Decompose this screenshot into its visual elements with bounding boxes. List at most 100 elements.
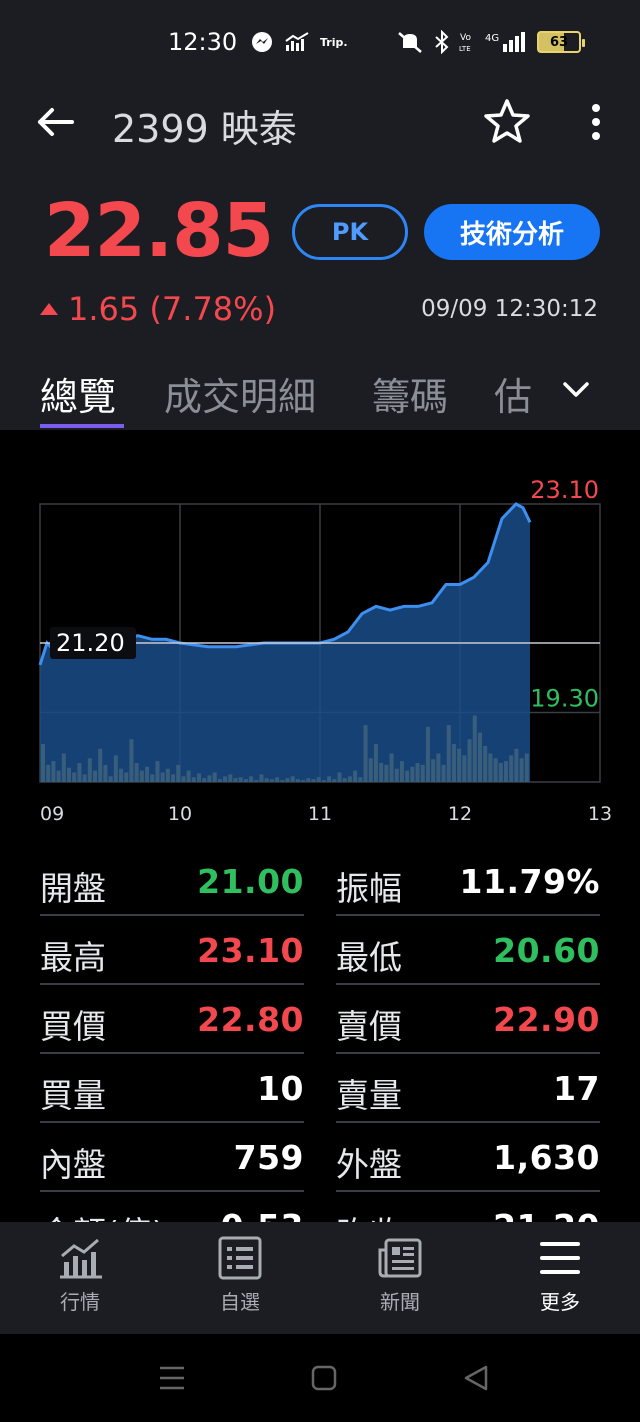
quote-timestamp: 09/09 12:30:12 — [421, 296, 598, 322]
recents-icon[interactable] — [156, 1364, 188, 1392]
volte-icon: Vo LTE — [459, 33, 471, 53]
stat-divider — [40, 983, 304, 985]
svg-text:LTE: LTE — [459, 45, 471, 53]
stat-divider — [40, 1190, 304, 1192]
chevron-down-icon[interactable] — [560, 376, 592, 404]
stat-row-left: 開盤 21.00 — [40, 848, 304, 916]
stat-row-right: 賣量 17 — [336, 1055, 600, 1123]
news-icon — [378, 1238, 422, 1278]
stat-label: 最高 — [40, 938, 106, 977]
nav-news[interactable]: 新聞 — [350, 1236, 450, 1315]
nav-watchlist[interactable]: 自選 — [190, 1236, 290, 1315]
stat-row-right: 賣價 22.90 — [336, 986, 600, 1054]
nav-label-watchlist: 自選 — [220, 1290, 260, 1314]
stat-divider — [336, 1121, 600, 1123]
stat-value: 21.00 — [197, 862, 304, 901]
chart-icon — [60, 1238, 102, 1279]
home-icon[interactable] — [310, 1364, 338, 1392]
reference-label: 21.20 — [56, 629, 125, 657]
technical-analysis-button[interactable]: 技術分析 — [424, 204, 600, 260]
stat-label: 買價 — [40, 1007, 106, 1046]
last-price: 22.85 — [44, 188, 274, 274]
battery-icon: 63 — [537, 31, 585, 53]
stat-value: 20.60 — [493, 931, 600, 970]
stat-divider — [40, 914, 304, 916]
stat-value: 17 — [553, 1069, 600, 1108]
stat-label: 最低 — [336, 938, 402, 977]
tab-bar: 總覽 成交明細 籌碼 估 — [0, 362, 640, 430]
price-change: 1.65 (7.78%) — [40, 290, 276, 328]
stat-value: 23.10 — [197, 931, 304, 970]
stat-label: 賣量 — [336, 1076, 402, 1115]
stat-divider — [336, 1052, 600, 1054]
y-low-label: 19.30 — [530, 685, 599, 713]
tab-valuation[interactable]: 估 — [494, 366, 532, 421]
stat-value: 11.79% — [459, 862, 600, 901]
stat-row-left: 最高 23.10 — [40, 917, 304, 985]
nav-market[interactable]: 行情 — [30, 1236, 130, 1315]
stat-value: 22.90 — [493, 1000, 600, 1039]
stat-label: 賣價 — [336, 1007, 402, 1046]
stat-divider — [336, 1190, 600, 1192]
nav-label-more: 更多 — [540, 1290, 580, 1314]
nav-label-market: 行情 — [60, 1290, 100, 1314]
bottom-nav: 行情 自選 新聞 更多 — [0, 1222, 640, 1334]
nav-more[interactable]: 更多 — [510, 1236, 610, 1315]
quote-panel: 22.85 PK 技術分析 1.65 (7.78%) 09/09 12:30:1… — [0, 166, 640, 430]
more-vertical-icon[interactable] — [578, 100, 614, 144]
stat-value: 1,630 — [493, 1138, 600, 1177]
menu-icon — [540, 1242, 580, 1274]
svg-text:Vo: Vo — [460, 33, 471, 43]
stat-row-right: 振幅 11.79% — [336, 848, 600, 916]
messenger-icon — [252, 32, 272, 52]
stat-divider — [40, 1052, 304, 1054]
y-high-label: 23.10 — [530, 476, 599, 504]
stat-row-left: 買量 10 — [40, 1055, 304, 1123]
bluetooth-icon — [435, 30, 449, 54]
stat-divider — [40, 1121, 304, 1123]
stat-label: 開盤 — [40, 869, 106, 908]
stat-value: 10 — [257, 1069, 304, 1108]
stock-title: 2399 映泰 — [112, 107, 297, 151]
x-tick-label: 10 — [168, 803, 192, 825]
stat-label: 買量 — [40, 1076, 106, 1115]
x-tick-label: 11 — [308, 803, 332, 825]
stat-row-left: 買價 22.80 — [40, 986, 304, 1054]
stock-app-icon — [285, 32, 309, 51]
nav-label-news: 新聞 — [380, 1290, 420, 1314]
svg-text:4G: 4G — [485, 33, 499, 44]
favorite-star-icon[interactable] — [482, 96, 532, 146]
stat-row-right: 外盤 1,630 — [336, 1124, 600, 1192]
up-triangle-icon — [40, 303, 58, 315]
stats-table: 開盤 21.00 振幅 11.79% 最高 23.10 最低 20.60 買價 22.80 賣價 22… — [0, 848, 640, 1228]
list-icon — [218, 1236, 262, 1280]
stat-row-right: 最低 20.60 — [336, 917, 600, 985]
back-triangle-icon[interactable] — [462, 1364, 490, 1392]
tab-chips[interactable]: 籌碼 — [372, 366, 448, 421]
stat-label: 外盤 — [336, 1145, 402, 1184]
tab-trade-details[interactable]: 成交明細 — [164, 366, 316, 421]
x-tick-label: 12 — [448, 803, 472, 825]
app-header: 2399 映泰 — [0, 86, 640, 166]
stat-label: 內盤 — [40, 1145, 106, 1184]
tab-overview[interactable]: 總覽 — [40, 366, 116, 421]
trip-icon: Trip. — [320, 35, 348, 49]
x-tick-label: 13 — [588, 803, 612, 825]
stat-label: 振幅 — [336, 869, 402, 908]
stat-divider — [336, 914, 600, 916]
system-nav-bar — [0, 1334, 640, 1422]
stat-divider — [336, 983, 600, 985]
stat-row-left: 內盤 759 — [40, 1124, 304, 1192]
mute-icon — [398, 32, 422, 53]
back-arrow-icon[interactable] — [34, 100, 78, 144]
signal-4g-icon: 4G — [485, 32, 525, 52]
price-change-value: 1.65 (7.78%) — [68, 290, 277, 328]
intraday-chart[interactable]: 21.20 23.10 19.30 09 10 11 12 13 — [0, 430, 640, 840]
tab-active-indicator — [40, 424, 124, 428]
status-time: 12:30 — [168, 28, 238, 56]
x-tick-label: 09 — [40, 803, 64, 825]
stat-value: 759 — [233, 1138, 304, 1177]
stat-value: 22.80 — [197, 1000, 304, 1039]
pk-button[interactable]: PK — [292, 204, 408, 260]
status-bar: 12:30 Trip. Vo LTE 4G 63 — [0, 0, 640, 86]
